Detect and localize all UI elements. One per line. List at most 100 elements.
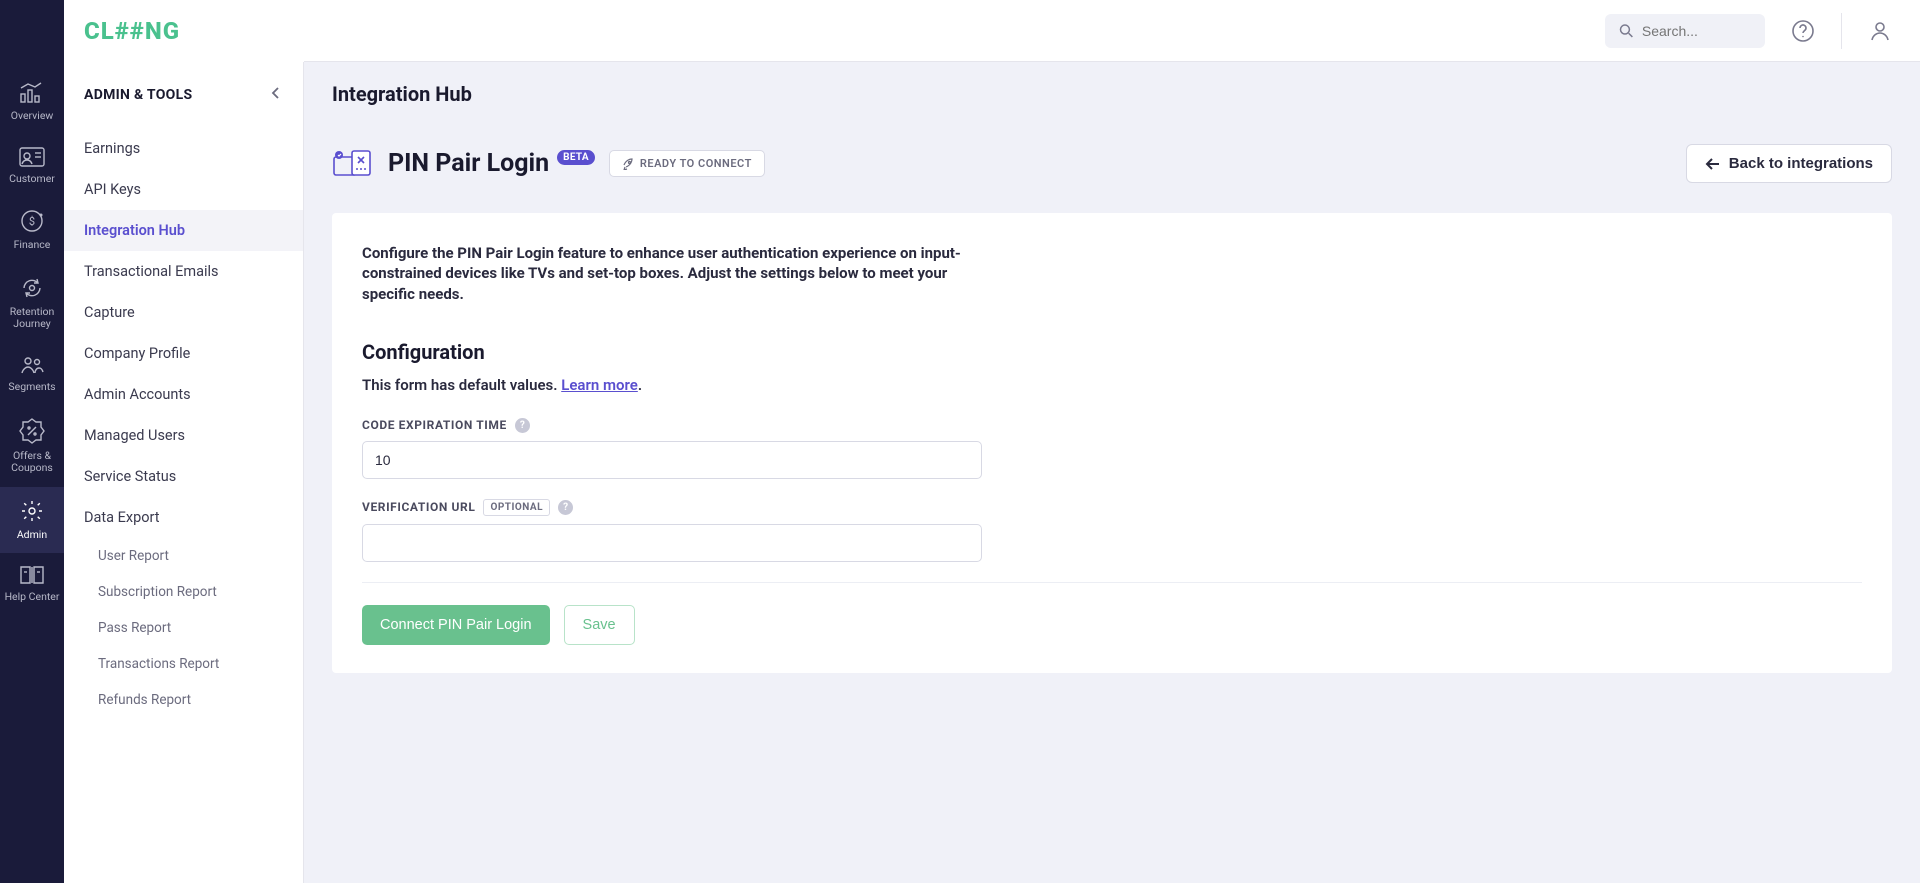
rail-item-label: Segments [8, 381, 55, 394]
sidebar-subitem-label: Pass Report [98, 620, 171, 636]
default-values-prefix: This form has default values. [362, 376, 561, 394]
help-button[interactable] [1781, 9, 1825, 53]
help-circle-icon [1791, 19, 1815, 43]
sidebar-item-label: Company Profile [84, 345, 190, 362]
rail-item-customer[interactable]: Customer [0, 135, 64, 198]
code-expiration-field: CODE EXPIRATION TIME ? [362, 418, 982, 479]
integration-header-left: PIN Pair Login BETA READY TO CONNECT [332, 146, 765, 182]
rail-item-label: Finance [14, 239, 51, 252]
arrow-left-icon [1705, 157, 1721, 171]
button-row: Connect PIN Pair Login Save [362, 582, 1862, 645]
search-box[interactable] [1605, 14, 1765, 48]
main-column: Integration Hub [304, 0, 1920, 883]
sidebar-item-label: Integration Hub [84, 222, 185, 239]
rail-item-help[interactable]: Help Center [0, 553, 64, 616]
sidebar-item-capture[interactable]: Capture [64, 292, 303, 333]
rail-item-label: Customer [9, 173, 55, 186]
field-label-row: VERIFICATION URL OPTIONAL ? [362, 499, 982, 516]
verification-url-label: VERIFICATION URL [362, 500, 475, 514]
brand-logo-area: CL##NG [64, 0, 304, 62]
svg-text:$: $ [29, 215, 35, 228]
rail-item-overview[interactable]: Overview [0, 70, 64, 135]
sidebar-item-admin-accounts[interactable]: Admin Accounts [64, 374, 303, 415]
rail-item-finance[interactable]: $ Finance [0, 197, 64, 264]
verification-url-input[interactable] [362, 524, 982, 562]
configuration-heading: Configuration [362, 340, 1862, 364]
sidebar-item-label: Service Status [84, 468, 176, 485]
sidebar-subitem-refunds-report[interactable]: Refunds Report [64, 682, 303, 718]
integration-title: PIN Pair Login BETA [388, 149, 595, 178]
sidebar-subitem-subscription-report[interactable]: Subscription Report [64, 574, 303, 610]
search-input[interactable] [1642, 23, 1751, 39]
page-title: Integration Hub [304, 62, 1920, 120]
sidebar-header: ADMIN & TOOLS [64, 62, 303, 128]
brand-logo: CL##NG [84, 17, 180, 45]
sidebar-item-label: Managed Users [84, 427, 185, 444]
sidebar-item-integration-hub[interactable]: Integration Hub [64, 210, 303, 251]
field-label-row: CODE EXPIRATION TIME ? [362, 418, 982, 433]
sidebar-item-api-keys[interactable]: API Keys [64, 169, 303, 210]
page-title-text: Integration Hub [332, 82, 472, 106]
book-icon [19, 565, 45, 585]
sidebar-item-data-export[interactable]: Data Export [64, 497, 303, 538]
user-card-icon [19, 147, 45, 167]
verification-url-help-icon[interactable]: ? [558, 500, 573, 515]
search-icon [1619, 22, 1634, 40]
topbar-divider [1841, 13, 1842, 49]
sidebar-item-label: Admin Accounts [84, 386, 191, 403]
code-expiration-help-icon[interactable]: ? [515, 418, 530, 433]
rocket-icon [622, 158, 634, 170]
save-button[interactable]: Save [564, 605, 635, 645]
rail-item-label: Overview [11, 110, 54, 123]
app-root: Overview Customer $ Finance Retention Jo… [0, 0, 1920, 883]
connect-button[interactable]: Connect PIN Pair Login [362, 605, 550, 645]
icon-rail: Overview Customer $ Finance Retention Jo… [0, 0, 64, 883]
rail-item-segments[interactable]: Segments [0, 343, 64, 406]
rail-item-label: Admin [17, 529, 47, 542]
rail-item-admin[interactable]: Admin [0, 487, 64, 554]
verification-url-field: VERIFICATION URL OPTIONAL ? [362, 499, 982, 562]
default-values-line: This form has default values. Learn more… [362, 376, 1862, 394]
chevron-left-icon [269, 86, 283, 100]
sidebar-item-label: Data Export [84, 509, 160, 526]
sidebar-item-transactional-emails[interactable]: Transactional Emails [64, 251, 303, 292]
sidebar-item-managed-users[interactable]: Managed Users [64, 415, 303, 456]
rail-item-offers[interactable]: Offers & Coupons [0, 406, 64, 487]
sidebar-subitem-label: User Report [98, 548, 169, 564]
topbar-right [1605, 9, 1902, 53]
percent-badge-icon [19, 418, 45, 444]
sidebar-subitem-pass-report[interactable]: Pass Report [64, 610, 303, 646]
topbar [304, 0, 1920, 62]
rail-item-label: Help Center [5, 591, 60, 604]
sidebar-item-label: Earnings [84, 140, 140, 157]
pin-pair-login-icon [332, 146, 374, 182]
collapse-sidebar-button[interactable] [269, 86, 283, 104]
dollar-gauge-icon: $ [19, 209, 45, 233]
learn-more-link[interactable]: Learn more [561, 376, 638, 394]
sidebar-item-company-profile[interactable]: Company Profile [64, 333, 303, 374]
sidebar-item-label: Transactional Emails [84, 263, 219, 280]
sidebar-subitem-label: Transactions Report [98, 656, 219, 672]
sidebar-item-label: Capture [84, 304, 135, 321]
bar-chart-icon [19, 82, 45, 104]
sidebar-heading: ADMIN & TOOLS [84, 87, 192, 103]
sidebar-item-earnings[interactable]: Earnings [64, 128, 303, 169]
secondary-sidebar: ADMIN & TOOLS Earnings API Keys Integrat… [64, 0, 304, 883]
back-label: Back to integrations [1729, 155, 1873, 172]
integration-header: PIN Pair Login BETA READY TO CONNECT Bac… [304, 120, 1920, 213]
back-to-integrations-button[interactable]: Back to integrations [1686, 144, 1892, 183]
profile-button[interactable] [1858, 9, 1902, 53]
sidebar-subitem-transactions-report[interactable]: Transactions Report [64, 646, 303, 682]
status-label: READY TO CONNECT [640, 157, 752, 170]
gear-icon [20, 499, 44, 523]
intro-text: Configure the PIN Pair Login feature to … [362, 243, 982, 304]
sidebar-subitem-user-report[interactable]: User Report [64, 538, 303, 574]
status-pill: READY TO CONNECT [609, 150, 765, 177]
beta-badge: BETA [557, 150, 595, 165]
code-expiration-input[interactable] [362, 441, 982, 479]
rail-item-retention[interactable]: Retention Journey [0, 264, 64, 343]
optional-badge: OPTIONAL [483, 499, 550, 516]
sidebar-subitem-label: Refunds Report [98, 692, 191, 708]
page-body: Integration Hub [304, 62, 1920, 883]
sidebar-item-service-status[interactable]: Service Status [64, 456, 303, 497]
